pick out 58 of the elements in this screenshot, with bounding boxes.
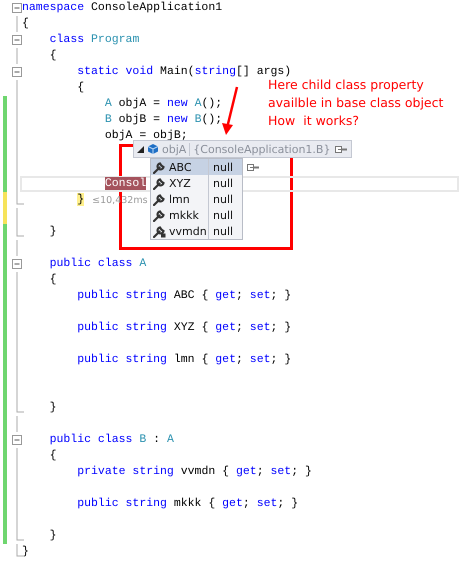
member-value: null bbox=[212, 224, 234, 238]
member-name: mkkk bbox=[169, 208, 199, 222]
code-line: } bbox=[48, 224, 57, 240]
code-line: { bbox=[48, 448, 57, 464]
member-row[interactable]: mkkk null bbox=[151, 207, 242, 223]
code-line: public string mkkk { get; set; } bbox=[76, 496, 298, 512]
code-line: public string ABC { get; set; } bbox=[76, 288, 292, 304]
code-line: public class B : A bbox=[48, 432, 174, 448]
member-name: lmn bbox=[169, 192, 190, 206]
member-value: null bbox=[212, 208, 234, 222]
locked-wrench-icon bbox=[153, 224, 166, 238]
expander-icon[interactable] bbox=[137, 146, 144, 152]
code-line: B objB = new B(); bbox=[104, 112, 222, 128]
code-line: objA = objB; bbox=[104, 128, 188, 144]
arrow bbox=[221, 86, 241, 136]
code-line: public string XYZ { get; set; } bbox=[76, 320, 292, 336]
collapse-icon[interactable] bbox=[12, 435, 22, 445]
member-value: null bbox=[212, 160, 234, 174]
code-line: } bbox=[48, 400, 57, 416]
wrench-icon bbox=[153, 208, 166, 222]
code-line: static void Main(string[] args) bbox=[76, 64, 292, 80]
fold-guide bbox=[16, 416, 18, 432]
wrench-icon bbox=[153, 176, 166, 190]
fold-guide bbox=[16, 240, 18, 256]
member-name: ABC bbox=[169, 160, 192, 174]
code-line: public string lmn { get; set; } bbox=[76, 352, 292, 368]
collapse-icon[interactable] bbox=[12, 3, 22, 13]
code-line: public class A bbox=[48, 256, 146, 272]
fold-guide bbox=[16, 208, 18, 224]
collapse-icon[interactable] bbox=[12, 67, 22, 77]
variable-name: objA bbox=[162, 142, 190, 156]
code-line: A objA = new A(); bbox=[104, 96, 222, 112]
member-value: null bbox=[212, 176, 234, 190]
member-value: null bbox=[212, 192, 234, 206]
code-line: { bbox=[48, 272, 57, 288]
collapse-icon[interactable] bbox=[12, 259, 22, 269]
annotation-note: Here child class property availble in base class object How it works? bbox=[268, 76, 444, 130]
collapse-icon[interactable] bbox=[12, 35, 22, 45]
member-row[interactable]: vvmdn null bbox=[151, 223, 242, 239]
fold-guide bbox=[16, 16, 18, 32]
member-row[interactable]: lmn null bbox=[151, 191, 242, 207]
wrench-icon bbox=[153, 160, 166, 174]
code-line: namespace ConsoleApplication1 bbox=[22, 0, 222, 16]
member-name: XYZ bbox=[169, 176, 191, 190]
code-line: private string vvmdn { get; set; } bbox=[76, 464, 312, 480]
code-line: { bbox=[76, 80, 84, 96]
code-line: { bbox=[48, 48, 57, 64]
member-name: vvmdn bbox=[169, 224, 207, 238]
pin-icon[interactable] bbox=[246, 163, 260, 172]
code-line: } bbox=[48, 528, 57, 544]
member-row[interactable]: XYZ null bbox=[151, 175, 242, 191]
fold-guide bbox=[16, 48, 18, 64]
object-icon bbox=[147, 143, 159, 155]
pin-icon[interactable] bbox=[334, 144, 348, 154]
variable-value: {ConsoleApplication1.B} bbox=[193, 142, 331, 156]
code-line: { bbox=[22, 16, 29, 32]
wrench-icon bbox=[153, 192, 166, 206]
code-line: class Program bbox=[48, 32, 140, 48]
